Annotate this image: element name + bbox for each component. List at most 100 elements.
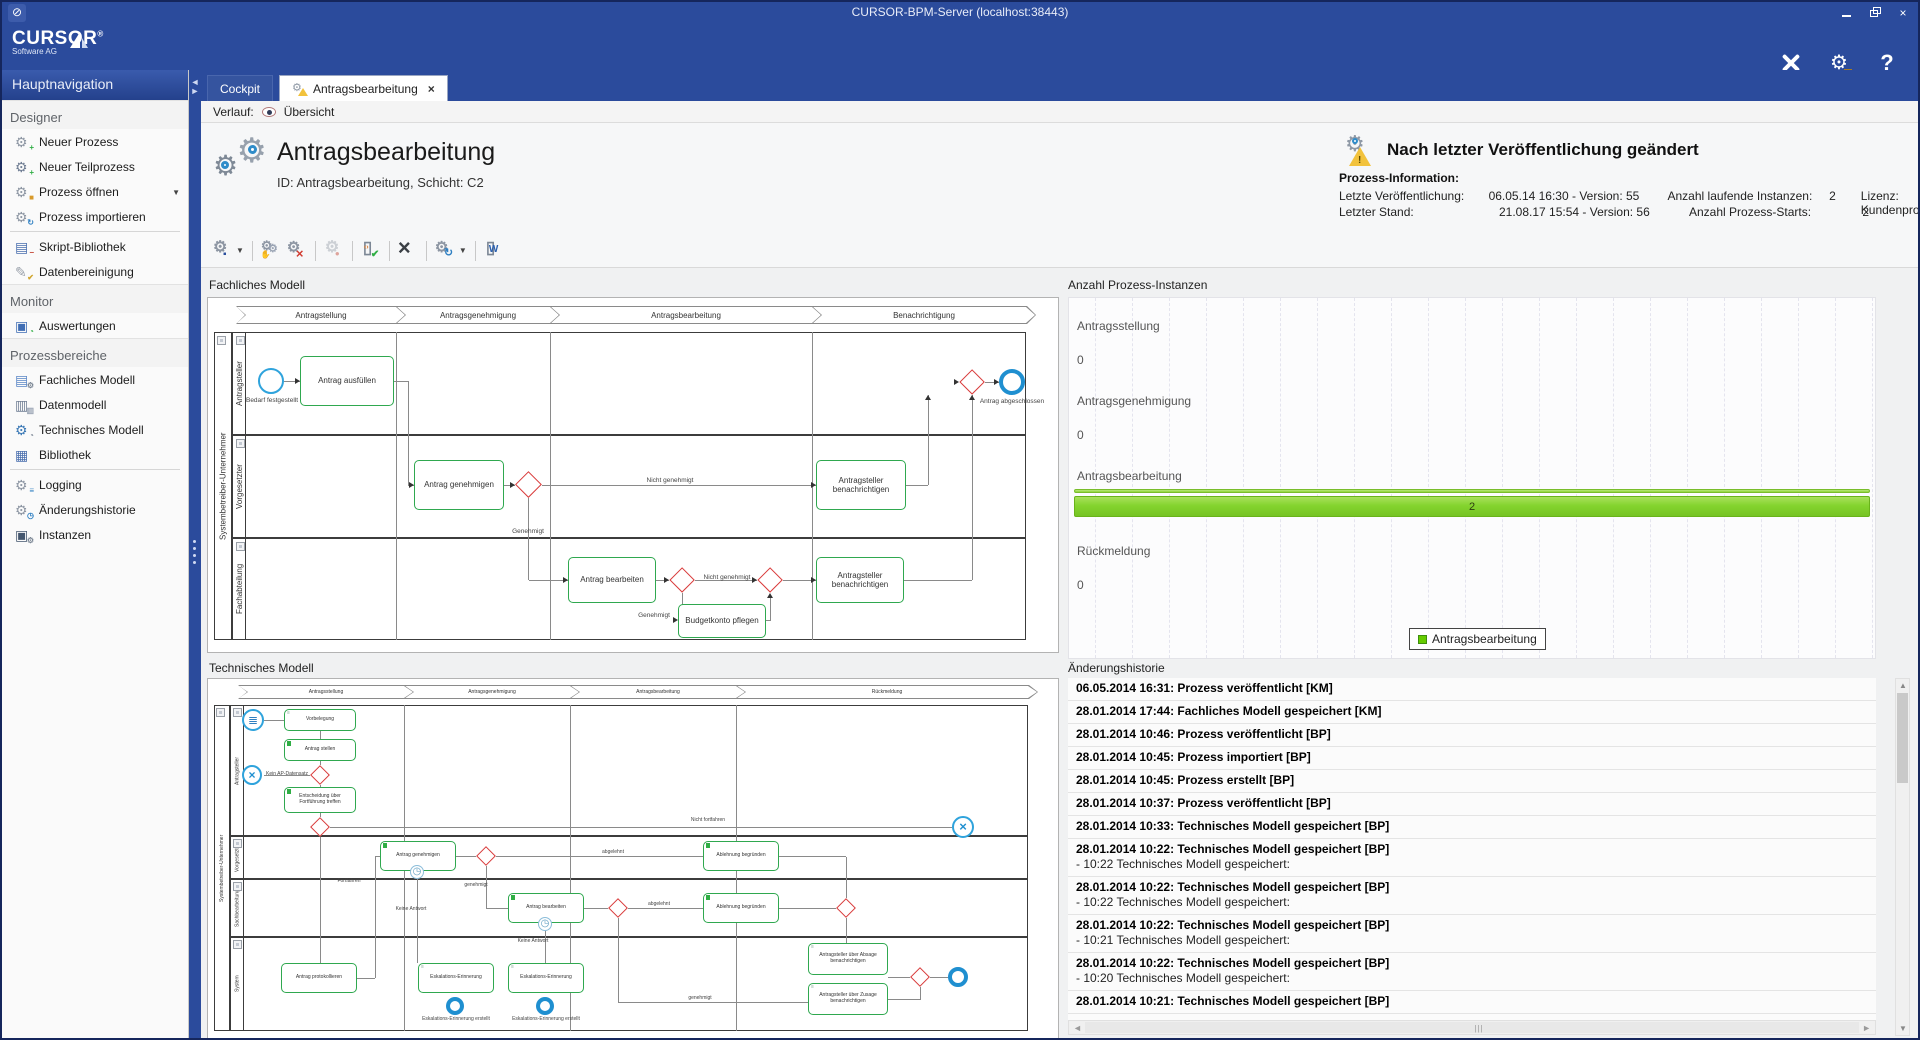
dropdown-caret-icon[interactable]: ▼ [459, 246, 467, 255]
discard-publication-button[interactable]: ⚙× [285, 239, 309, 263]
fachliches-modell-panel[interactable]: AntragstellungAntragsgenehmigungAntragsb… [207, 297, 1059, 653]
user-task-icon [383, 843, 387, 848]
history-horizontal-scrollbar[interactable]: ◄ ||| ► [1068, 1020, 1876, 1035]
sidebar-item-datenmodell[interactable]: ▥▥Datenmodell [2, 392, 188, 417]
history-main: 28.01.2014 10:46: Prozess veröffentlicht… [1076, 727, 1868, 742]
legend-label: Antragsbearbeitung [1432, 632, 1537, 646]
technisch-panel-title: Technisches Modell [209, 661, 314, 675]
sequence-flow [542, 485, 816, 486]
delete-process-button[interactable]: × [396, 239, 420, 263]
restore-button[interactable] [1868, 6, 1882, 20]
tab-cockpit[interactable]: Cockpit [207, 75, 273, 101]
cancel-end-event-icon: × [952, 816, 974, 838]
phase-label: Antragsbearbeitung [551, 307, 821, 323]
sidebar-item-neuer-prozess[interactable]: ⚙+Neuer Prozess [2, 129, 188, 154]
change-history-list[interactable]: 06.05.2014 16:31: Prozess veröffentlicht… [1068, 678, 1876, 1020]
brand-logo: CURSOR® Software AG [12, 28, 104, 56]
gear-open-icon: ⚙■ [15, 184, 32, 200]
toolbar-separator [389, 241, 390, 261]
history-entry[interactable]: 28.01.2014 10:46: Prozess veröffentlicht… [1068, 724, 1876, 747]
history-entry[interactable]: 28.01.2014 10:22: Technisches Modell ges… [1068, 915, 1876, 953]
gridline [1243, 298, 1244, 658]
minimize-button[interactable] [1840, 6, 1854, 20]
sidebar-item-skript-bibliothek[interactable]: ▤−Skript-Bibliothek [2, 234, 188, 259]
history-vertical-scrollbar[interactable]: ▲ ▼ [1895, 678, 1910, 1036]
status-title: Nach letzter Veröffentlichung geändert [1387, 140, 1699, 160]
collapse-right-icon[interactable]: ► [189, 87, 201, 96]
sidebar-splitter[interactable]: ◄ ► [189, 70, 201, 1038]
gateway-icon [608, 898, 628, 918]
history-entry[interactable]: 06.05.2014 16:31: Prozess veröffentlicht… [1068, 678, 1876, 701]
flow-arrowhead [767, 593, 773, 598]
sidebar-title: Hauptnavigation [2, 70, 188, 100]
sidebar-item-neuer-teilprozess[interactable]: ⚙+Neuer Teilprozess [2, 154, 188, 179]
history-entry[interactable]: 28.01.2014 17:44: Fachliches Modell gesp… [1068, 701, 1876, 724]
sidebar-item-bibliothek[interactable]: ▦Bibliothek [2, 442, 188, 467]
sidebar-item-prozess-importieren[interactable]: ⚙↻Prozess importieren [2, 204, 188, 229]
chart-category-label: Antragsbearbeitung [1077, 469, 1182, 483]
flow-arrowhead [969, 395, 975, 400]
collapse-checkbox[interactable] [236, 542, 245, 551]
history-entry[interactable]: 28.01.2014 10:45: Prozess importiert [BP… [1068, 747, 1876, 770]
save-process-button[interactable]: ⚙▪ [210, 239, 234, 263]
collapse-checkbox[interactable] [233, 839, 242, 848]
tab-label: Antragsbearbeitung [313, 82, 418, 96]
export-word-button[interactable]: ▯W [482, 239, 506, 263]
timer-event-icon: ◷ [410, 865, 424, 879]
sequence-flow [545, 931, 546, 963]
toolbar: ⚙▪▼⚙⚙✋⚙×⚙●▯‹›✔×⚙↻▼▯W [201, 234, 1918, 268]
dropdown-caret-icon[interactable]: ▼ [236, 246, 244, 255]
phase-chevron: Antragsbearbeitung [570, 685, 746, 699]
history-entry[interactable]: 28.01.2014 10:21: Technisches Modell ges… [1068, 991, 1876, 1014]
sequence-flow [846, 918, 847, 943]
collapse-checkbox[interactable] [217, 336, 226, 345]
technical-model-icon: ⚙◔ [15, 422, 32, 438]
history-entry[interactable]: 28.01.2014 10:22: Technisches Modell ges… [1068, 877, 1876, 915]
history-entry[interactable]: 28.01.2014 10:33: Technisches Modell ges… [1068, 816, 1876, 839]
history-entry[interactable]: 28.01.2014 10:45: Prozess erstellt [BP] [1068, 770, 1876, 793]
sidebar: Hauptnavigation Designer⚙+Neuer Prozess⚙… [2, 70, 189, 1038]
sidebar-item-logging[interactable]: ⚙≡Logging [2, 472, 188, 497]
sidebar-item-fachliches-modell[interactable]: ▤⚙Fachliches Modell [2, 367, 188, 392]
sidebar-item-prozess-öffnen[interactable]: ⚙■Prozess öffnen▼ [2, 179, 188, 204]
collapse-checkbox[interactable] [216, 708, 225, 717]
validate-model-button[interactable]: ▯‹›✔ [359, 239, 383, 263]
refresh-button[interactable]: ⚙↻ [433, 239, 457, 263]
sidebar-item-technisches-modell[interactable]: ⚙◔Technisches Modell [2, 417, 188, 442]
history-entry[interactable]: 28.01.2014 10:37: Prozess veröffentlicht… [1068, 793, 1876, 816]
sidebar-item-label: Skript-Bibliothek [39, 240, 126, 254]
history-sub: - 10:22 Technisches Modell gespeichert: [1076, 857, 1868, 872]
sidebar-item-instanzen[interactable]: ▣⚙Instanzen [2, 522, 188, 547]
publish-process-button[interactable]: ⚙⚙✋ [259, 239, 283, 263]
collapse-checkbox[interactable] [233, 882, 242, 891]
technisches-modell-diagram[interactable]: AntragsstellungAntragsgenehmigungAntrags… [208, 679, 1058, 1038]
collapse-checkbox[interactable] [233, 940, 242, 949]
technisches-modell-panel[interactable]: AntragsstellungAntragsgenehmigungAntrags… [207, 678, 1059, 1039]
flow-arrowhead [510, 482, 515, 488]
process-warning-icon: ⚙ [292, 82, 307, 96]
close-button[interactable]: × [1896, 6, 1910, 20]
collapse-checkbox[interactable] [236, 336, 245, 345]
history-sub: - 10:20 Technisches Modell gespeichert: [1076, 971, 1868, 986]
process-info-row: Letzter Stand:21.08.17 15:54 - Version: … [1339, 205, 1894, 219]
history-entry[interactable]: 28.01.2014 10:22: Technisches Modell ges… [1068, 839, 1876, 877]
history-main: 28.01.2014 10:22: Technisches Modell ges… [1076, 918, 1868, 933]
chart-bar: 2 [1074, 496, 1870, 517]
history-entry[interactable]: 28.01.2014 10:22: Technisches Modell ges… [1068, 953, 1876, 991]
splitter-grip[interactable] [193, 540, 196, 564]
tab-close-icon[interactable]: × [428, 82, 435, 96]
flow-label: Fortfahren [326, 879, 372, 885]
gridline [1280, 298, 1281, 658]
sidebar-item-änderungshistorie[interactable]: ⚙◷Änderungshistorie [2, 497, 188, 522]
sidebar-item-datenbereinigung[interactable]: ✎✔Datenbereinigung [2, 259, 188, 284]
history-title: Änderungshistorie [1068, 661, 1165, 675]
breadcrumb-label: Verlauf: [213, 105, 254, 119]
breadcrumb-item[interactable]: Übersicht [284, 105, 335, 119]
tab-antragsbearbeitung[interactable]: ⚙ Antragsbearbeitung × [279, 75, 448, 101]
sidebar-item-auswertungen[interactable]: ▣◔Auswertungen [2, 313, 188, 338]
collapse-checkbox[interactable] [236, 439, 245, 448]
user-task-icon [706, 895, 710, 900]
flow-label: abgelehnt [588, 850, 638, 856]
collapse-checkbox[interactable] [233, 708, 242, 717]
fachliches-modell-diagram[interactable]: AntragstellungAntragsgenehmigungAntragsb… [208, 298, 1058, 652]
